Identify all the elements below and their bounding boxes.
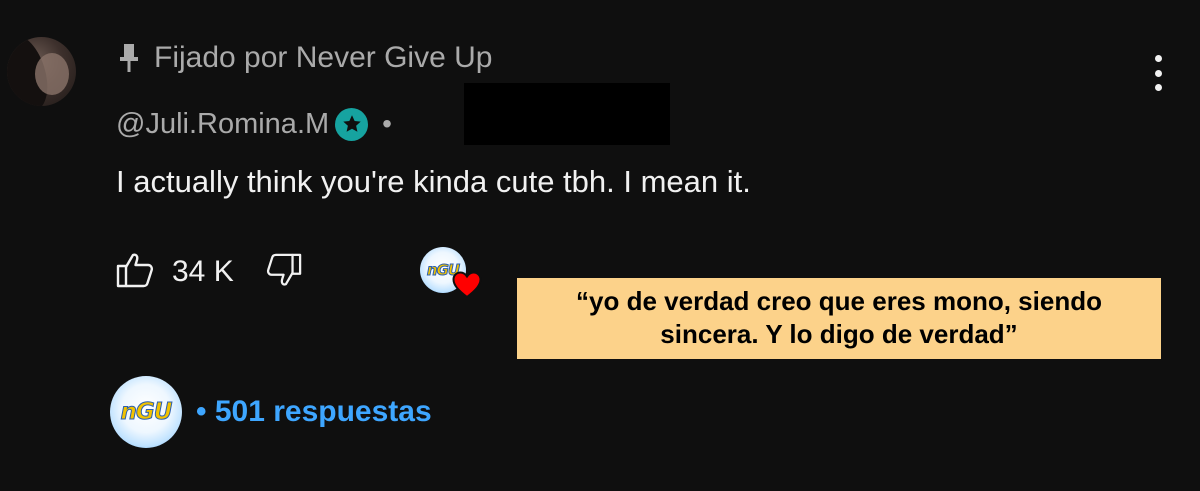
comment-actions: 34 K [116,252,302,292]
separator-dot: • [382,108,392,139]
translation-line-2: sincera. Y lo digo de verdad” [660,319,1018,349]
translation-line-1: “yo de verdad creo que eres mono, siendo [576,286,1102,316]
like-count: 34 K [172,255,234,288]
replies-button[interactable]: nGU • 501 respuestas [110,376,432,448]
creator-reply-avatar: nGU [110,376,182,448]
heart-icon [452,271,482,304]
pinned-label-row: Fijado por Never Give Up [118,40,492,76]
comment-text: I actually think you're kinda cute tbh. … [116,164,751,199]
replies-count-label[interactable]: • 501 respuestas [196,395,432,429]
creator-reply-logo-text: nGU [120,399,173,426]
creator-heart[interactable]: nGU [420,247,484,301]
avatar-photo-face [35,53,69,95]
author-handle[interactable]: @Juli.Romina.M [116,108,329,141]
thumbs-up-icon[interactable] [116,252,154,293]
pinned-label: Fijado por Never Give Up [154,41,493,74]
commenter-avatar[interactable] [7,37,76,106]
more-vert-icon[interactable] [1146,55,1170,91]
star-badge-icon [335,107,369,141]
thumbs-down-icon[interactable] [266,252,302,293]
pin-icon [118,42,140,74]
redacted-timestamp [464,83,670,145]
translation-caption: “yo de verdad creo que eres mono, siendo… [517,278,1161,359]
author-row: @Juli.Romina.M • [116,104,392,144]
